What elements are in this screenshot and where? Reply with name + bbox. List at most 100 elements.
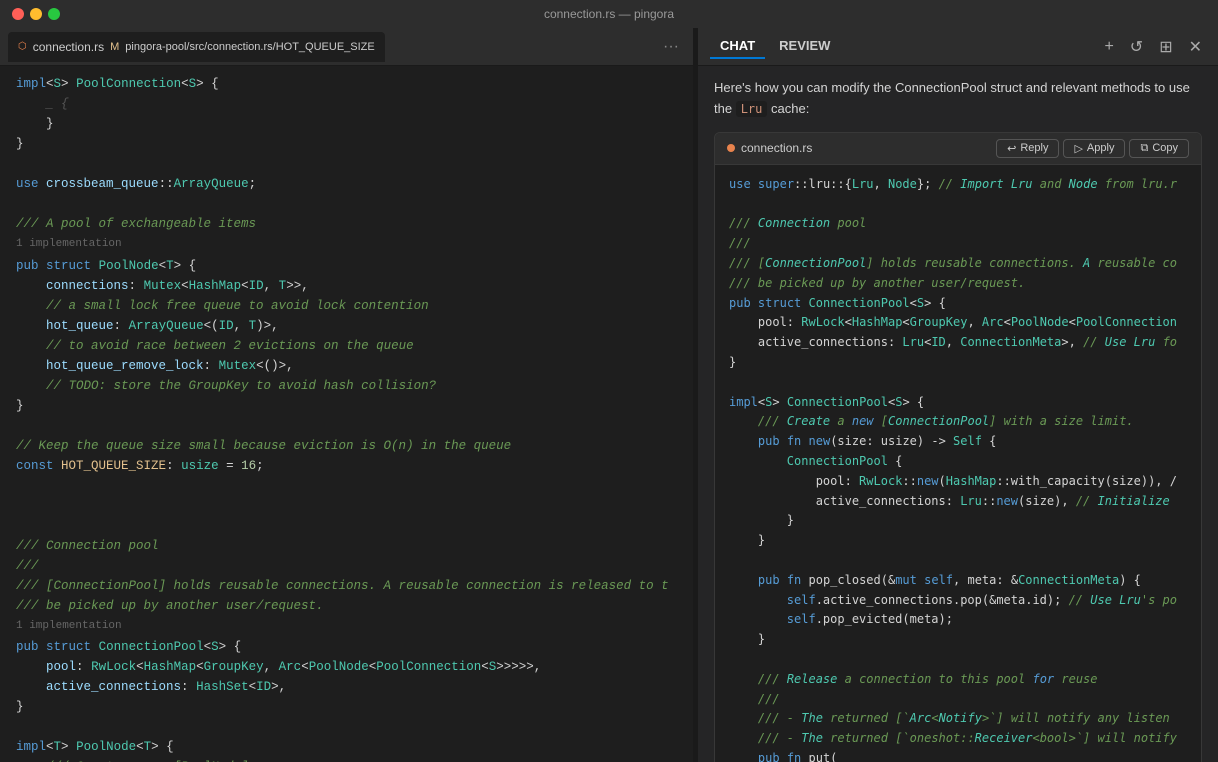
settings-button[interactable]: ⊞ xyxy=(1155,35,1176,59)
chat-code-line xyxy=(729,373,1187,393)
code-line: // Keep the queue size small because evi… xyxy=(0,436,693,456)
code-line xyxy=(0,416,693,436)
chat-code-line: active_connections: Lru::new(size), // I… xyxy=(729,492,1187,512)
editor-tabbar: ⬡ connection.rs M pingora-pool/src/conne… xyxy=(0,28,693,66)
window-controls[interactable] xyxy=(12,8,60,20)
chat-code-actions: ↩ Reply ▷ Apply ⧉ Copy xyxy=(996,139,1189,158)
code-line: connections: Mutex<HashMap<ID, T>>, xyxy=(0,276,693,296)
file-dot-icon xyxy=(727,144,735,152)
new-chat-button[interactable]: + xyxy=(1100,36,1117,58)
tab-review[interactable]: REVIEW xyxy=(769,34,840,59)
editor-more-button[interactable]: ··· xyxy=(657,36,685,58)
code-line: /// [ConnectionPool] holds reusable conn… xyxy=(0,576,693,596)
chat-code-line: } xyxy=(729,511,1187,531)
apply-label: Apply xyxy=(1087,142,1115,154)
code-line xyxy=(0,476,693,496)
code-line: hot_queue_remove_lock: Mutex<()>, xyxy=(0,356,693,376)
code-line: pub struct PoolNode<T> { xyxy=(0,256,693,276)
titlebar: connection.rs — pingora xyxy=(0,0,1218,28)
chat-code-line: active_connections: Lru<ID, ConnectionMe… xyxy=(729,333,1187,353)
code-line: } xyxy=(0,114,693,134)
chat-code-line: use super::lru::{Lru, Node}; // Import L… xyxy=(729,175,1187,195)
editor-tab-connection[interactable]: ⬡ connection.rs M pingora-pool/src/conne… xyxy=(8,32,385,62)
code-line: _ { xyxy=(0,94,693,114)
code-line: pool: RwLock<HashMap<GroupKey, Arc<PoolN… xyxy=(0,657,693,677)
code-line: // to avoid race between 2 evictions on … xyxy=(0,336,693,356)
chat-code-line: impl<S> ConnectionPool<S> { xyxy=(729,393,1187,413)
chat-code-line: pub fn pop_closed(&mut self, meta: &Conn… xyxy=(729,571,1187,591)
chat-code-filename: connection.rs xyxy=(727,139,812,158)
code-line: } xyxy=(0,396,693,416)
copy-button[interactable]: ⧉ Copy xyxy=(1129,139,1189,158)
apply-icon: ▷ xyxy=(1074,142,1082,155)
chat-code-header: connection.rs ↩ Reply ▷ Apply ⧉ xyxy=(715,133,1201,165)
chat-code-line: } xyxy=(729,630,1187,650)
apply-button[interactable]: ▷ Apply xyxy=(1063,139,1125,158)
chat-code-line: /// [ConnectionPool] holds reusable conn… xyxy=(729,254,1187,274)
code-line: use crossbeam_queue::ArrayQueue; xyxy=(0,174,693,194)
code-line xyxy=(0,717,693,737)
tab-chat[interactable]: CHAT xyxy=(710,34,765,59)
editor-panel: ⬡ connection.rs M pingora-pool/src/conne… xyxy=(0,28,693,762)
history-button[interactable]: ↺ xyxy=(1126,35,1147,59)
code-line: // a small lock free queue to avoid lock… xyxy=(0,296,693,316)
code-line: impl<T> PoolNode<T> { xyxy=(0,737,693,757)
chat-code-line: /// Connection pool xyxy=(729,214,1187,234)
chat-code-line: self.pop_evicted(meta); xyxy=(729,610,1187,630)
code-line: } xyxy=(0,697,693,717)
chat-header: CHAT REVIEW + ↺ ⊞ ✕ xyxy=(698,28,1218,66)
chat-content[interactable]: Here's how you can modify the Connection… xyxy=(698,66,1218,762)
chat-code-line: /// xyxy=(729,690,1187,710)
tab-filename: connection.rs xyxy=(33,40,104,54)
impl-note: 1 implementation xyxy=(0,616,693,638)
chat-code-line xyxy=(729,195,1187,215)
inline-code-lru: Lru xyxy=(736,101,768,117)
chat-header-actions: + ↺ ⊞ ✕ xyxy=(1100,35,1206,59)
code-line xyxy=(0,516,693,536)
chat-code-line: } xyxy=(729,353,1187,373)
code-line: /// A pool of exchangeable items xyxy=(0,214,693,234)
code-line xyxy=(0,194,693,214)
copy-label: Copy xyxy=(1152,142,1178,154)
code-line: active_connections: HashSet<ID>, xyxy=(0,677,693,697)
reply-button[interactable]: ↩ Reply xyxy=(996,139,1059,158)
tab-modified: M xyxy=(110,41,119,53)
code-line: impl<S> PoolConnection<S> { xyxy=(0,74,693,94)
code-line: const HOT_QUEUE_SIZE: usize = 16; xyxy=(0,456,693,476)
close-chat-button[interactable]: ✕ xyxy=(1185,35,1206,59)
chat-code-line xyxy=(729,551,1187,571)
close-dot[interactable] xyxy=(12,8,24,20)
impl-note: 1 implementation xyxy=(0,234,693,256)
code-area[interactable]: impl<S> PoolConnection<S> { _ { } } use … xyxy=(0,66,693,762)
code-line: } xyxy=(0,134,693,154)
chat-code-line: pool: RwLock::new(HashMap::with_capacity… xyxy=(729,472,1187,492)
chat-code-body: use super::lru::{Lru, Node}; // Import L… xyxy=(715,165,1201,762)
code-line: // TODO: store the GroupKey to avoid has… xyxy=(0,376,693,396)
chat-code-line: ConnectionPool { xyxy=(729,452,1187,472)
chat-code-line xyxy=(729,650,1187,670)
minimize-dot[interactable] xyxy=(30,8,42,20)
chat-code-line: self.active_connections.pop(&meta.id); /… xyxy=(729,591,1187,611)
chat-code-line: /// - The returned [`oneshot::Receiver<b… xyxy=(729,729,1187,749)
chat-code-line: /// xyxy=(729,234,1187,254)
chat-code-line: pub fn new(size: usize) -> Self { xyxy=(729,432,1187,452)
chat-code-line: pool: RwLock<HashMap<GroupKey, Arc<PoolN… xyxy=(729,313,1187,333)
rust-file-icon: ⬡ xyxy=(18,41,27,52)
code-line: /// Connection pool xyxy=(0,536,693,556)
reply-label: Reply xyxy=(1020,142,1048,154)
chat-code-line: /// Release a connection to this pool fo… xyxy=(729,670,1187,690)
code-line: hot_queue: ArrayQueue<(ID, T)>, xyxy=(0,316,693,336)
code-line: /// be picked up by another user/request… xyxy=(0,596,693,616)
chat-code-block: connection.rs ↩ Reply ▷ Apply ⧉ xyxy=(714,132,1202,762)
code-block-filename: connection.rs xyxy=(741,139,812,158)
copy-icon: ⧉ xyxy=(1140,142,1148,155)
chat-code-line: } xyxy=(729,531,1187,551)
code-line xyxy=(0,496,693,516)
chat-panel: CHAT REVIEW + ↺ ⊞ ✕ Here's how you can m… xyxy=(697,28,1218,762)
chat-code-line: /// Create a new [ConnectionPool] with a… xyxy=(729,412,1187,432)
chat-code-line: pub struct ConnectionPool<S> { xyxy=(729,294,1187,314)
reply-icon: ↩ xyxy=(1007,142,1016,155)
chat-code-line: pub fn put( xyxy=(729,749,1187,762)
chat-message: Here's how you can modify the Connection… xyxy=(714,78,1202,120)
maximize-dot[interactable] xyxy=(48,8,60,20)
